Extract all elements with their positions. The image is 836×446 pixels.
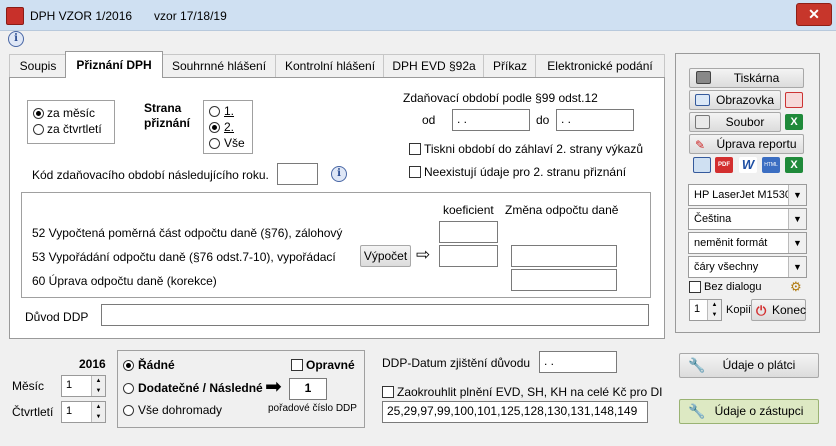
tiskni-checkbox[interactable] xyxy=(409,143,421,155)
do-input[interactable]: . . xyxy=(556,109,634,131)
duvod-label: Důvod DDP xyxy=(25,310,89,324)
tab-priznani[interactable]: Přiznání DPH xyxy=(65,51,163,78)
radio-strana-1-label: 1. xyxy=(224,104,235,118)
row53-label: 53 Vypořádání odpočtu daně (§76 odst.7-1… xyxy=(32,250,336,264)
wrench-icon-2: 🔧 xyxy=(688,403,706,419)
koeficient-label: koeficient xyxy=(443,203,494,217)
row52-label: 52 Vypočtená poměrná část odpočtu daně (… xyxy=(32,226,343,240)
neexistuji-label: Neexistují údaje pro 2. stranu přiznání xyxy=(424,165,627,179)
kod-info-icon[interactable]: i xyxy=(331,166,347,182)
dodatecne-label: Dodatečné / Následné xyxy=(138,381,263,395)
tab-elektronicke[interactable]: Elektronické podání xyxy=(535,54,665,77)
close-button[interactable]: ✕ xyxy=(796,3,832,26)
tab-souhrnne[interactable]: Souhrnné hlášení xyxy=(161,54,277,77)
app-icon xyxy=(6,7,24,25)
info-icon[interactable]: i xyxy=(8,31,24,47)
word-icon[interactable]: W xyxy=(739,157,757,173)
vse-label: Vše dohromady xyxy=(138,403,223,417)
uprava-button[interactable]: ✎ Úprava reportu xyxy=(689,134,804,154)
row60-zmena[interactable] xyxy=(511,269,617,291)
kod-input[interactable] xyxy=(277,163,318,185)
excel-export-icon[interactable]: X xyxy=(785,157,803,173)
format-select[interactable]: neměnit formát ▼ xyxy=(688,232,807,254)
monitor-icon xyxy=(695,94,710,106)
row53-koeficient[interactable] xyxy=(439,245,498,267)
ddp-input[interactable]: . . xyxy=(539,351,617,373)
radio-radne[interactable] xyxy=(123,360,134,371)
radio-strana-1[interactable] xyxy=(209,106,220,117)
ctvrtleti-stepper[interactable]: 1 ▲ ▼ xyxy=(61,401,106,423)
tab-soupis[interactable]: Soupis xyxy=(9,54,67,77)
udaje-zastupci-button[interactable]: 🔧 Údaje o zástupci xyxy=(679,399,819,424)
radio-vse[interactable] xyxy=(123,405,134,416)
tab-prikaz[interactable]: Příkaz xyxy=(483,54,537,77)
poradove-label: pořadové číslo DDP xyxy=(268,403,357,414)
od-input[interactable]: . . xyxy=(452,109,530,131)
settings-icon[interactable]: ⚙ xyxy=(790,279,802,295)
poradove-input[interactable]: 1 xyxy=(289,378,327,400)
radio-quarterly[interactable] xyxy=(33,124,44,135)
opravne-checkbox[interactable] xyxy=(291,359,303,371)
bez-dialogu-checkbox[interactable] xyxy=(689,281,701,293)
mesic-stepper[interactable]: 1 ▲ ▼ xyxy=(61,375,106,397)
udaje-platci-button[interactable]: 🔧 Údaje o plátci xyxy=(679,353,819,378)
radio-strana-2-label: 2. xyxy=(224,120,235,134)
konec-button[interactable]: ⏻ Konec xyxy=(751,299,806,321)
pdf-icon[interactable]: PDF xyxy=(715,157,733,173)
ctvrtleti-label: Čtvrtletí xyxy=(12,405,54,419)
soubor-button[interactable]: Soubor xyxy=(689,112,781,132)
ddp-label: DDP-Datum zjištění důvodu xyxy=(382,356,531,370)
strana-label: Strana přiznání xyxy=(144,101,191,130)
table-icon[interactable] xyxy=(693,157,711,173)
obrazovka-button[interactable]: Obrazovka xyxy=(689,90,781,110)
tiskarna-button[interactable]: Tiskárna xyxy=(689,68,804,88)
kod-label: Kód zdaňovacího období následujícího rok… xyxy=(32,168,269,182)
row52-koeficient[interactable] xyxy=(439,221,498,243)
duvod-input[interactable] xyxy=(101,304,649,326)
radio-strana-2[interactable] xyxy=(209,122,220,133)
language-select[interactable]: Čeština ▼ xyxy=(688,208,807,230)
radio-strana-vse-label: Vše xyxy=(224,136,245,150)
wrench-icon: 🔧 xyxy=(688,357,706,373)
opravne-label: Opravné xyxy=(306,358,355,372)
lines-select[interactable]: čáry všechny ▼ xyxy=(688,256,807,278)
kopii-label: Kopií xyxy=(726,304,752,316)
tab-evd[interactable]: DPH EVD §92a xyxy=(383,54,485,77)
copies-stepper[interactable]: 1 ▲ ▼ xyxy=(689,299,722,321)
edit-icon: ✎ xyxy=(695,138,706,152)
arrow-icon: ⇨ xyxy=(416,245,431,264)
radio-monthly-label: za měsíc xyxy=(47,106,96,120)
window-title: DPH VZOR 1/2016 vzor 17/18/19 xyxy=(30,9,227,23)
zaokrouhlit-label: Zaokrouhlit plnění EVD, SH, KH na celé K… xyxy=(397,385,663,399)
radio-dodatecne[interactable] xyxy=(123,383,134,394)
zaokrouhlit-checkbox[interactable] xyxy=(382,386,394,398)
radio-strana-vse[interactable] xyxy=(209,138,220,149)
od-label: od xyxy=(422,113,436,127)
radio-quarterly-label: za čtvrtletí xyxy=(47,122,102,136)
arrow-right-icon: ➡ xyxy=(265,376,282,398)
year-label: 2016 xyxy=(79,357,106,371)
bez-dialogu-label: Bez dialogu xyxy=(704,281,762,293)
printer-select[interactable]: HP LaserJet M1530 ▼ xyxy=(688,184,807,206)
vypocet-button[interactable]: Výpočet xyxy=(360,245,411,267)
radio-monthly[interactable] xyxy=(33,108,44,119)
tab-kontrolni[interactable]: Kontrolní hlášení xyxy=(275,54,385,77)
excel-icon[interactable]: X xyxy=(785,114,803,130)
power-icon: ⏻ xyxy=(756,303,767,318)
mesic-label: Měsíc xyxy=(12,379,45,393)
email-icon[interactable] xyxy=(785,92,803,108)
printer-icon xyxy=(696,71,711,84)
row60-label: 60 Úprava odpočtu daně (korekce) xyxy=(32,274,217,288)
zaokrouhlit-input[interactable]: 25,29,97,99,100,101,125,128,130,131,148,… xyxy=(382,401,648,423)
zmena-label: Změna odpočtu daně xyxy=(505,203,619,217)
zdanovaci-label: Zdaňovací období podle §99 odst.12 xyxy=(403,91,598,105)
html-icon[interactable]: HTML xyxy=(762,157,780,173)
do-label: do xyxy=(536,113,550,127)
neexistuji-checkbox[interactable] xyxy=(409,166,421,178)
file-icon xyxy=(695,115,710,129)
tiskni-label: Tiskni období do záhlaví 2. strany výkaz… xyxy=(424,142,643,156)
row53-zmena[interactable] xyxy=(511,245,617,267)
radne-label: Řádné xyxy=(138,358,175,372)
